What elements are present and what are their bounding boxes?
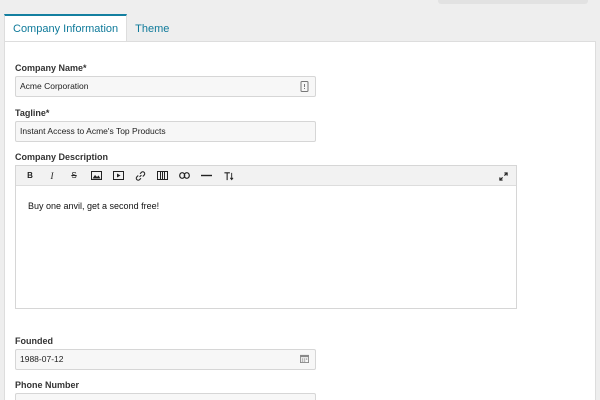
calendar-icon[interactable] xyxy=(300,354,309,365)
tagline-value: Instant Access to Acme's Top Products xyxy=(20,126,166,136)
insert-video-button[interactable] xyxy=(107,167,129,185)
insert-link-button[interactable] xyxy=(129,167,151,185)
company-name-value: Acme Corporation xyxy=(20,81,89,91)
image-icon xyxy=(90,171,102,180)
fullscreen-button[interactable] xyxy=(492,167,514,185)
tagline-label: Tagline* xyxy=(15,108,50,118)
text-size-button[interactable] xyxy=(217,167,239,185)
expand-icon xyxy=(498,171,508,181)
horizontal-rule-button[interactable] xyxy=(195,167,217,185)
tab-bar: Company Information Theme xyxy=(4,14,177,42)
top-search-box[interactable] xyxy=(438,0,588,4)
italic-button[interactable]: I xyxy=(41,167,63,185)
text-height-icon xyxy=(223,171,233,180)
embed-button[interactable] xyxy=(173,167,195,185)
founded-value: 1988-07-12 xyxy=(20,354,64,364)
company-name-input[interactable]: Acme Corporation xyxy=(15,76,316,97)
description-text: Buy one anvil, get a second free! xyxy=(28,201,160,211)
editor-toolbar: B I S xyxy=(16,166,516,186)
insert-image-button[interactable] xyxy=(85,167,107,185)
tab-theme[interactable]: Theme xyxy=(127,14,177,42)
table-icon xyxy=(156,171,168,180)
chain-icon xyxy=(178,172,190,179)
founded-date-input[interactable]: 1988-07-12 xyxy=(15,349,316,370)
rich-text-editor: B I S Buy one anvil, get a second free! xyxy=(15,165,517,309)
phone-number-input[interactable] xyxy=(15,393,316,400)
tagline-input[interactable]: Instant Access to Acme's Top Products xyxy=(15,121,316,142)
password-manager-icon[interactable] xyxy=(300,81,309,92)
video-icon xyxy=(112,171,124,180)
editor-content-area[interactable]: Buy one anvil, get a second free! xyxy=(16,186,516,226)
company-info-panel: Company Name* Acme Corporation Tagline* … xyxy=(4,41,596,400)
phone-number-label: Phone Number xyxy=(15,380,80,390)
company-description-label: Company Description xyxy=(15,152,109,162)
bold-button[interactable]: B xyxy=(19,167,41,185)
company-name-label: Company Name* xyxy=(15,63,87,73)
link-icon xyxy=(135,170,145,181)
horizontal-line-icon xyxy=(200,174,212,177)
founded-label: Founded xyxy=(15,336,53,346)
tab-company-information[interactable]: Company Information xyxy=(4,14,128,42)
insert-table-button[interactable] xyxy=(151,167,173,185)
strikethrough-button[interactable]: S xyxy=(63,167,85,185)
